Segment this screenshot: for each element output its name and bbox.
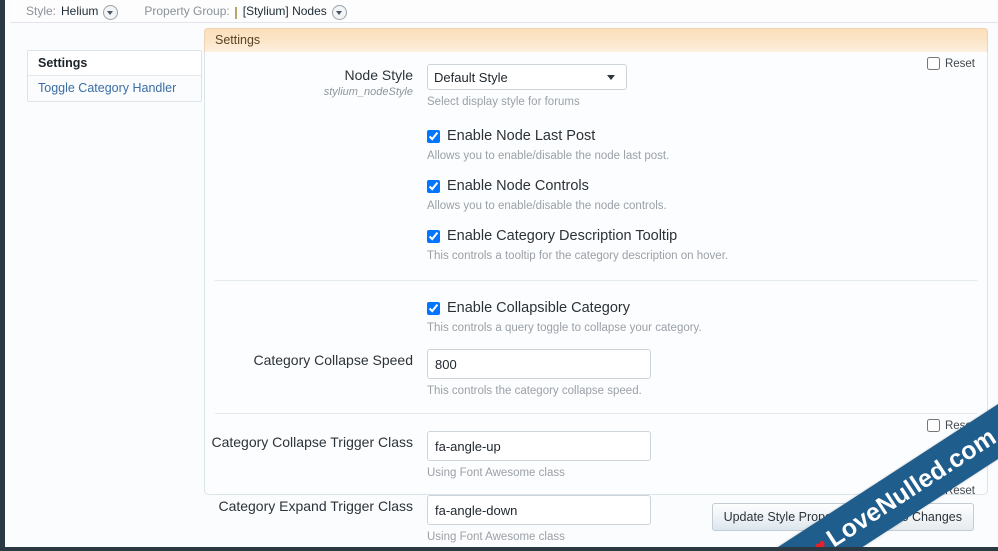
- enable-category-description-tooltip-control: Enable Category Description Tooltip This…: [427, 226, 987, 262]
- field-row-category-collapse-speed: Category Collapse Speed This controls th…: [205, 334, 987, 397]
- category-collapse-speed-input[interactable]: [427, 349, 651, 379]
- sidebar-item-label: Settings: [38, 56, 88, 70]
- category-collapse-trigger-class-control: Using Font Awesome class: [427, 429, 987, 479]
- enable-node-last-post-checkbox-row[interactable]: Enable Node Last Post: [427, 128, 987, 144]
- node-style-sublabel: stylium_nodeStyle: [323, 85, 413, 98]
- enable-collapsible-category-checkbox-row[interactable]: Enable Collapsible Category: [427, 300, 987, 316]
- tab-label: Settings: [215, 33, 261, 47]
- reset-checkbox[interactable]: [926, 57, 940, 70]
- style-value: Helium: [61, 4, 99, 18]
- style-selector[interactable]: Style: Helium: [26, 4, 119, 20]
- property-group-value: [Stylium] Nodes: [242, 4, 327, 18]
- form-group-node: Node Style stylium_nodeStyle Default Sty…: [205, 52, 987, 262]
- reset-node-style[interactable]: Reset: [926, 57, 975, 70]
- enable-collapsible-category-label: Enable Collapsible Category: [447, 300, 630, 316]
- reset-checkbox[interactable]: [926, 484, 940, 497]
- reset-checkbox[interactable]: [926, 419, 940, 432]
- spacer-label: [205, 176, 427, 181]
- reset-label: Reset: [944, 419, 975, 432]
- tab-settings[interactable]: Settings: [215, 33, 260, 47]
- category-collapse-trigger-class-label: Category Collapse Trigger Class: [205, 429, 427, 452]
- category-collapse-speed-hint: This controls the category collapse spee…: [427, 385, 642, 397]
- style-label: Style:: [26, 4, 57, 18]
- tab-strip: Settings: [204, 28, 988, 52]
- footer-button-bar: Update Style Properties Undo Changes: [204, 500, 988, 534]
- label-text: Category Collapse Speed: [253, 352, 413, 368]
- property-group-selector[interactable]: Property Group: [Stylium] Nodes: [144, 4, 347, 20]
- category-collapse-trigger-class-input[interactable]: [427, 431, 651, 461]
- enable-node-last-post-hint: Allows you to enable/disable the node la…: [427, 150, 670, 162]
- field-row-enable-node-last-post: Enable Node Last Post Allows you to enab…: [205, 108, 987, 162]
- reset-label: Reset: [944, 484, 975, 497]
- chevron-down-icon[interactable]: [103, 4, 119, 20]
- property-group-label: Property Group:: [144, 4, 230, 18]
- node-style-label: Node Style stylium_nodeStyle: [205, 62, 427, 99]
- spacer-label: [205, 126, 427, 131]
- category-collapse-trigger-class-hint: Using Font Awesome class: [427, 467, 565, 479]
- enable-node-controls-checkbox[interactable]: [427, 179, 440, 193]
- sidebar-item-label: Toggle Category Handler: [38, 81, 177, 95]
- text-cursor-icon: [234, 7, 237, 19]
- node-style-control: Default Style Select display style for f…: [427, 62, 987, 108]
- label-text: Category Collapse Trigger Class: [211, 434, 413, 450]
- field-row-enable-collapsible-category: Enable Collapsible Category This control…: [205, 281, 987, 334]
- settings-form-panel: Node Style stylium_nodeStyle Default Sty…: [204, 52, 988, 543]
- enable-category-description-tooltip-checkbox-row[interactable]: Enable Category Description Tooltip: [427, 228, 987, 244]
- enable-node-last-post-label: Enable Node Last Post: [447, 128, 596, 144]
- spacer-label: [205, 226, 427, 231]
- field-row-category-collapse-trigger-class: Category Collapse Trigger Class Using Fo…: [205, 414, 987, 479]
- top-toolbar: Style: Helium Property Group: [Stylium] …: [10, 0, 998, 23]
- enable-category-description-tooltip-hint: This controls a tooltip for the category…: [427, 250, 729, 262]
- enable-node-last-post-checkbox[interactable]: [427, 129, 440, 143]
- reset-category-expand-trigger-class[interactable]: Reset: [926, 484, 975, 497]
- enable-node-controls-checkbox-row[interactable]: Enable Node Controls: [427, 178, 987, 194]
- chevron-down-icon[interactable]: [331, 4, 347, 20]
- sidebar-nav: Settings Toggle Category Handler: [27, 50, 202, 102]
- enable-node-controls-label: Enable Node Controls: [447, 178, 589, 194]
- field-row-enable-category-description-tooltip: Enable Category Description Tooltip This…: [205, 212, 987, 262]
- application-window: Style: Helium Property Group: [Stylium] …: [0, 0, 998, 551]
- enable-collapsible-category-hint: This controls a query toggle to collapse…: [427, 322, 702, 334]
- node-style-select-wrap: Default Style: [427, 64, 627, 90]
- enable-collapsible-category-control: Enable Collapsible Category This control…: [427, 298, 987, 334]
- enable-node-last-post-control: Enable Node Last Post Allows you to enab…: [427, 126, 987, 162]
- spacer-label: [205, 298, 427, 303]
- field-row-node-style: Node Style stylium_nodeStyle Default Sty…: [205, 52, 987, 108]
- reset-category-collapse-trigger-class[interactable]: Reset: [926, 419, 975, 432]
- update-style-properties-button[interactable]: Update Style Properties: [711, 503, 868, 531]
- node-style-select[interactable]: Default Style: [427, 64, 627, 90]
- reset-label: Reset: [944, 57, 975, 70]
- enable-node-controls-hint: Allows you to enable/disable the node co…: [427, 200, 667, 212]
- node-style-hint: Select display style for forums: [427, 96, 580, 108]
- sidebar-item-settings[interactable]: Settings: [28, 51, 201, 76]
- category-collapse-speed-control: This controls the category collapse spee…: [427, 347, 987, 397]
- field-row-enable-node-controls: Enable Node Controls Allows you to enabl…: [205, 162, 987, 212]
- sidebar-item-toggle-category-handler[interactable]: Toggle Category Handler: [28, 76, 201, 101]
- label-text: Node Style: [344, 67, 413, 83]
- category-collapse-speed-label: Category Collapse Speed: [205, 347, 427, 370]
- enable-category-description-tooltip-checkbox[interactable]: [427, 229, 440, 243]
- enable-category-description-tooltip-label: Enable Category Description Tooltip: [447, 228, 678, 244]
- enable-node-controls-control: Enable Node Controls Allows you to enabl…: [427, 176, 987, 212]
- undo-changes-button[interactable]: Undo Changes: [867, 503, 974, 531]
- enable-collapsible-category-checkbox[interactable]: [427, 301, 440, 315]
- form-group-collapsible: Enable Collapsible Category This control…: [205, 281, 987, 397]
